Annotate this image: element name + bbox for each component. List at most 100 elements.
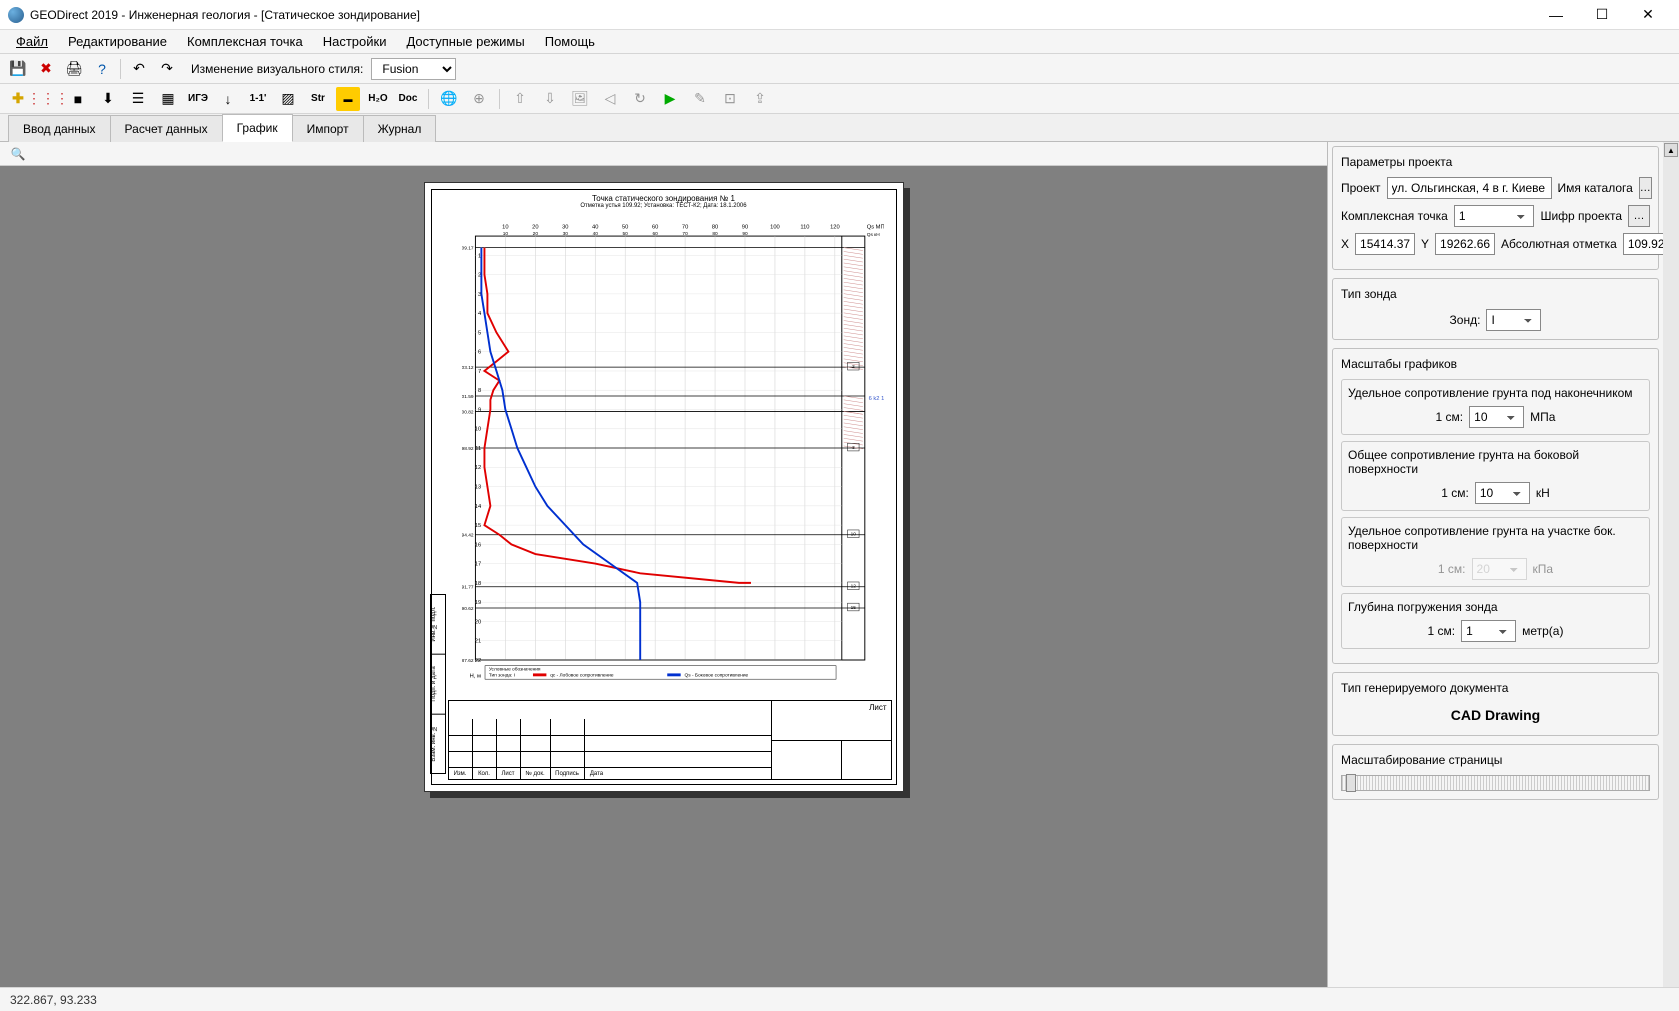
group-title: Тип зонда (1341, 287, 1650, 301)
play-icon[interactable]: ▶ (658, 87, 682, 111)
svg-text:80: 80 (711, 224, 717, 230)
zoom-icon[interactable]: 🔍 (6, 142, 30, 166)
svg-text:90.62: 90.62 (462, 606, 474, 612)
svg-text:40: 40 (592, 231, 598, 237)
style-label: Изменение визуального стиля: (191, 62, 363, 76)
tab-input[interactable]: Ввод данных (8, 115, 111, 142)
ige-icon[interactable]: ИГЭ (186, 87, 210, 111)
properties-panel: Параметры проекта Проект Имя каталога … … (1327, 142, 1679, 987)
scrollbar[interactable]: ▲ (1663, 142, 1679, 987)
square-icon[interactable]: ■ (66, 87, 90, 111)
help-icon[interactable]: ? (90, 57, 114, 81)
menu-file[interactable]: Файл (6, 31, 58, 52)
svg-text:18: 18 (474, 581, 480, 587)
svg-text:19: 19 (474, 600, 480, 606)
y-label: Y (1421, 237, 1429, 251)
section-icon[interactable]: 1-1' (246, 87, 270, 111)
tip-scale-select[interactable]: 10 (1469, 406, 1524, 428)
x-input[interactable] (1355, 233, 1415, 255)
group-title: Параметры проекта (1341, 155, 1650, 169)
app-icon (8, 7, 24, 23)
delete-icon[interactable]: ✖ (34, 57, 58, 81)
svg-text:13: 13 (474, 484, 480, 490)
y-input[interactable] (1435, 233, 1495, 255)
menubar: Файл Редактирование Комплексная точка На… (0, 30, 1679, 54)
arrow-down-icon[interactable]: ↓ (216, 87, 240, 111)
chart-subtitle: Отметка устья 109.92; Установка: ТЕСТ-К2… (432, 203, 896, 209)
picture-icon: 🖼 (568, 87, 592, 111)
tab-calc[interactable]: Расчет данных (110, 115, 223, 142)
svg-text:103.12: 103.12 (462, 365, 474, 371)
chart-title: Точка статического зондирования № 1 (432, 194, 896, 203)
str-icon[interactable]: Str (306, 87, 330, 111)
undo-icon[interactable]: ↶ (127, 57, 151, 81)
svg-text:11: 11 (475, 446, 481, 452)
menu-edit[interactable]: Редактирование (58, 31, 177, 52)
side-scale-select[interactable]: 10 (1475, 482, 1530, 504)
tab-journal[interactable]: Журнал (363, 115, 437, 142)
page-scale-slider[interactable] (1341, 775, 1650, 791)
svg-text:100: 100 (770, 224, 780, 230)
toolbar-tools: ✚ ⋮⋮⋮ ■ ⬇ ☰ ▦ ИГЭ ↓ 1-1' ▨ Str ▬ H₂O Doc… (0, 84, 1679, 114)
group-doc-type: Тип генерируемого документа CAD Drawing (1332, 672, 1659, 736)
pencil-icon: ✎ (688, 87, 712, 111)
svg-text:87.62: 87.62 (462, 658, 474, 664)
cipher-browse-button[interactable]: … (1628, 205, 1650, 227)
svg-text:Qs МПа: Qs МПа (866, 224, 883, 230)
tab-import[interactable]: Импорт (292, 115, 364, 142)
svg-text:20: 20 (532, 231, 538, 237)
probe-select[interactable]: I (1486, 309, 1541, 331)
menu-settings[interactable]: Настройки (313, 31, 397, 52)
project-input[interactable] (1387, 177, 1552, 199)
toolbar-main: 💾 ✖ 🖨 ? ↶ ↷ Изменение визуального стиля:… (0, 54, 1679, 84)
point-select[interactable]: 1 (1454, 205, 1535, 227)
menu-modes[interactable]: Доступные режимы (396, 31, 534, 52)
svg-text:91.77: 91.77 (462, 585, 474, 591)
slider-thumb[interactable] (1346, 774, 1356, 792)
reload-icon: ↻ (628, 87, 652, 111)
statusbar: 322.867, 93.233 (0, 987, 1679, 1011)
svg-text:90: 90 (742, 231, 748, 237)
svg-text:110: 110 (800, 224, 809, 230)
list-icon[interactable]: ☰ (126, 87, 150, 111)
globe-icon[interactable]: 🌐 (437, 87, 461, 111)
scroll-up-icon[interactable]: ▲ (1664, 143, 1678, 157)
group-title: Масштабы графиков (1341, 357, 1650, 371)
hatch-icon[interactable]: ▨ (276, 87, 300, 111)
close-button[interactable]: ✕ (1625, 0, 1671, 30)
point-label: Комплексная точка (1341, 209, 1448, 223)
depth-scale-select[interactable]: 1 (1461, 620, 1516, 642)
svg-text:20: 20 (474, 619, 480, 625)
chart-svg: 1020304050607080901001101201020304050607… (462, 214, 884, 684)
window-title: GEODirect 2019 - Инженерная геология - [… (30, 8, 1533, 22)
svg-text:98.92: 98.92 (462, 446, 474, 452)
table-icon[interactable]: ▦ (156, 87, 180, 111)
svg-text:10: 10 (502, 231, 508, 237)
svg-text:14: 14 (474, 504, 481, 510)
svg-text:4: 4 (477, 311, 481, 317)
svg-text:50: 50 (622, 231, 628, 237)
maximize-button[interactable]: ☐ (1579, 0, 1625, 30)
menu-help[interactable]: Помощь (535, 31, 605, 52)
style-select[interactable]: Fusion (371, 58, 456, 80)
grid-icon[interactable]: ⋮⋮⋮ (36, 87, 60, 111)
svg-text:qc - Лобовое сопротивление: qc - Лобовое сопротивление (550, 672, 614, 678)
group-project-params: Параметры проекта Проект Имя каталога … … (1332, 146, 1659, 270)
catalog-browse-button[interactable]: … (1639, 177, 1652, 199)
svg-text:70: 70 (681, 224, 687, 230)
graph-area: 🔍 Точка статического зондирования № 1 От… (0, 142, 1327, 987)
svg-text:3: 3 (851, 445, 854, 451)
drawing-paper[interactable]: Точка статического зондирования № 1 Отме… (424, 182, 904, 792)
doc-icon[interactable]: Doc (396, 87, 420, 111)
print-icon[interactable]: 🖨 (62, 57, 86, 81)
tab-graph[interactable]: График (222, 114, 293, 142)
svg-text:12: 12 (474, 465, 480, 471)
menu-complex-point[interactable]: Комплексная точка (177, 31, 313, 52)
h2o-icon[interactable]: H₂O (366, 87, 390, 111)
ruler-icon[interactable]: ▬ (336, 87, 360, 111)
svg-text:Qs - Боковое сопротивление: Qs - Боковое сопротивление (684, 672, 748, 678)
save-icon[interactable]: 💾 (6, 57, 30, 81)
redo-icon[interactable]: ↷ (155, 57, 179, 81)
minimize-button[interactable]: — (1533, 0, 1579, 30)
download-icon[interactable]: ⬇ (96, 87, 120, 111)
